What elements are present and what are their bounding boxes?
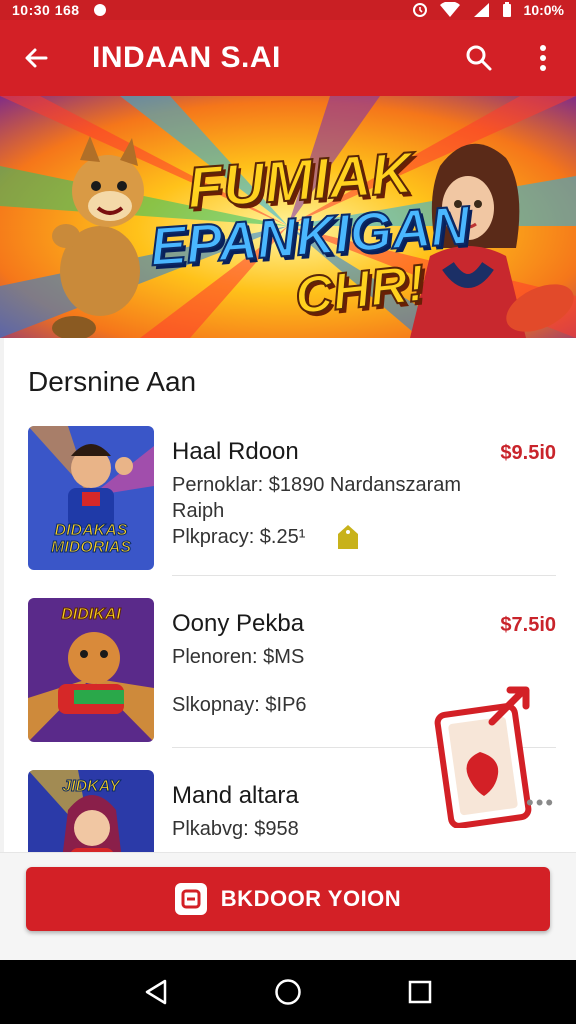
item-detail-line-1: Plenoren: $MS bbox=[172, 646, 305, 668]
primary-button-label: BKDOOR YOION bbox=[220, 886, 402, 911]
item-name: Haal Rdoon bbox=[172, 438, 299, 465]
ticket-icon bbox=[174, 883, 207, 915]
nav-recents-icon bbox=[408, 980, 432, 1004]
thumbnail-title: JIDKAY bbox=[62, 778, 121, 796]
item-divider bbox=[172, 575, 556, 576]
more-horiz-icon[interactable]: ••• bbox=[526, 790, 555, 816]
nav-back-button[interactable] bbox=[136, 972, 176, 1012]
promo-banner[interactable]: FUMIAK EPANKIGAN CHR! bbox=[0, 96, 576, 338]
notification-dot-icon bbox=[93, 4, 106, 16]
more-options-button[interactable] bbox=[528, 43, 558, 73]
nav-back-icon bbox=[145, 979, 167, 1005]
item-detail-line-1: Pernoklar: $1890 Nardanszaram Raiph bbox=[172, 474, 462, 522]
item-price: $9.5i0 bbox=[500, 442, 556, 464]
item-name: Oony Pekba bbox=[172, 610, 305, 637]
system-nav-bar bbox=[0, 960, 576, 1024]
battery-percent: 10:0% bbox=[523, 2, 564, 18]
nav-recents-button[interactable] bbox=[400, 972, 440, 1012]
section-title: Dersnine Aan bbox=[28, 366, 197, 397]
more-vert-icon bbox=[540, 45, 546, 71]
item-thumbnail: DIDAKAS MIDORIAS bbox=[28, 426, 154, 570]
search-icon bbox=[466, 45, 492, 71]
alarm-icon bbox=[412, 3, 427, 17]
nav-home-icon bbox=[275, 979, 301, 1005]
signal-icon bbox=[473, 3, 489, 17]
back-button[interactable] bbox=[18, 40, 54, 76]
item-price: $7.5i0 bbox=[500, 614, 556, 636]
status-icons: 10:0% bbox=[412, 2, 564, 18]
page-title: INDAAN S.AI bbox=[92, 41, 281, 74]
bottom-action-bar: BKDOOR YOION bbox=[0, 852, 576, 960]
search-button[interactable] bbox=[464, 43, 494, 73]
list-item[interactable]: DIDAKAS MIDORIAS Haal Rdoon $9.5i0 Perno… bbox=[28, 426, 556, 576]
thumbnail-title: DIDAKAS MIDORIAS bbox=[51, 522, 132, 557]
status-bar: 10:30 168 10:0% bbox=[0, 0, 576, 20]
app-bar: INDAAN S.AI bbox=[0, 20, 576, 96]
item-detail-line-2: Slkopnay: $IP6 bbox=[172, 694, 307, 716]
content-list-area[interactable]: Dersnine Aan DIDAKAS MIDORIAS Haal Rdoon… bbox=[0, 338, 576, 852]
nav-home-button[interactable] bbox=[268, 972, 308, 1012]
thumbnail-title: DIDIKAI bbox=[61, 606, 122, 624]
item-thumbnail: JIDKAY bbox=[28, 770, 154, 852]
back-arrow-icon bbox=[25, 48, 48, 68]
item-name: Mand altara bbox=[172, 782, 299, 809]
item-thumbnail: DIDIKAI bbox=[28, 598, 154, 742]
item-detail-line-2: Plkpracy: $.25¹ bbox=[172, 526, 306, 548]
tag-icon[interactable] bbox=[336, 524, 360, 550]
primary-action-button[interactable]: BKDOOR YOION bbox=[26, 867, 550, 931]
app-bar-actions bbox=[464, 43, 558, 73]
status-time: 10:30 168 bbox=[12, 2, 80, 18]
battery-icon bbox=[502, 2, 511, 17]
wifi-icon bbox=[439, 2, 460, 17]
